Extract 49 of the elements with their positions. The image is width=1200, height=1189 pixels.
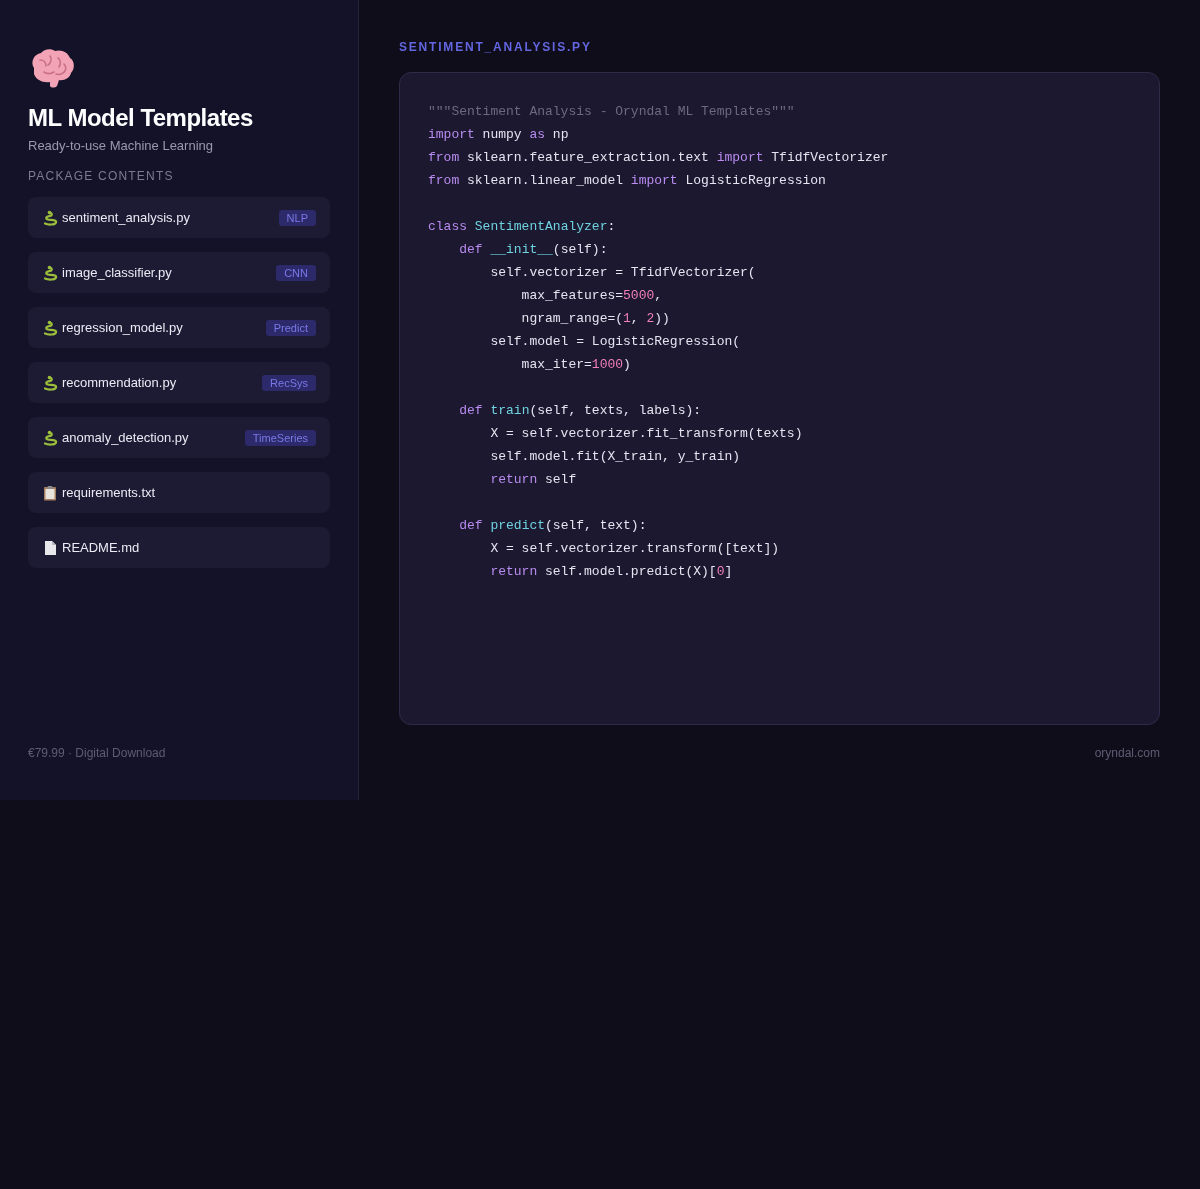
snake-icon [42, 264, 58, 281]
code-line: return self.model.predict(X)[0] [489, 563, 734, 581]
file-heading: SENTIMENT_ANALYSIS.PY [399, 40, 593, 54]
file-tag: RecSys [262, 374, 316, 391]
file-item[interactable]: README.md [28, 527, 330, 568]
file-name: regression_model.py [62, 320, 184, 335]
price-label: €79.99 · Digital Download [28, 746, 167, 760]
file-item[interactable]: anomaly_detection.py TimeSeries [28, 417, 330, 458]
snake-icon [42, 209, 58, 226]
code-line: return self [489, 471, 578, 489]
snake-icon [42, 319, 58, 336]
code-line: max_iter=1000) [520, 356, 632, 374]
product-title: ML Model Templates [28, 104, 254, 132]
product-subtitle: Ready-to-use Machine Learning [28, 138, 214, 153]
code-line: X = self.vectorizer.transform([text]) [489, 540, 781, 558]
code-line: X = self.vectorizer.fit_transform(texts) [489, 425, 804, 443]
file-name: sentiment_analysis.py [62, 210, 191, 225]
file-name: image_classifier.py [62, 265, 173, 280]
code-line: self.model.fit(X_train, y_train) [489, 448, 742, 466]
code-line: def train(self, texts, labels): [458, 402, 703, 420]
code-line: from sklearn.feature_extraction.text import TfidfVectorizer [428, 149, 890, 167]
code-line: ngram_range=(1, 2)) [520, 310, 671, 328]
code-line: def predict(self, text): [458, 517, 648, 535]
clipboard-icon [42, 484, 58, 501]
section-label: PACKAGE CONTENTS [28, 169, 175, 183]
file-name: README.md [62, 540, 141, 555]
code-line: def __init__(self): [458, 241, 609, 259]
document-icon [42, 539, 58, 556]
file-tag: NLP [278, 209, 316, 226]
file-item[interactable]: requirements.txt [28, 472, 330, 513]
file-name: recommendation.py [62, 375, 178, 390]
file-tag: Predict [265, 319, 316, 336]
file-item[interactable]: regression_model.py Predict [28, 307, 330, 348]
file-tag: CNN [276, 264, 316, 281]
file-item[interactable]: recommendation.py RecSys [28, 362, 330, 403]
file-item[interactable]: sentiment_analysis.py NLP [28, 197, 330, 238]
snake-icon [42, 429, 58, 446]
code-line: import numpy as np [428, 126, 570, 144]
code-line: """Sentiment Analysis - Oryndal ML Templates""" [428, 103, 796, 121]
file-item[interactable]: image_classifier.py CNN [28, 252, 330, 293]
code-line: max_features=5000, [520, 287, 664, 305]
file-name: requirements.txt [62, 485, 157, 500]
code-line: self.vectorizer = TfidfVectorizer( [489, 264, 757, 282]
file-name: anomaly_detection.py [62, 430, 190, 445]
code-line: from sklearn.linear_model import LogisticRegression [428, 172, 827, 190]
snake-icon [42, 374, 58, 391]
code-line: class SentimentAnalyzer: [428, 218, 617, 236]
file-tag: TimeSeries [244, 429, 316, 446]
code-line: self.model = LogisticRegression( [489, 333, 742, 351]
